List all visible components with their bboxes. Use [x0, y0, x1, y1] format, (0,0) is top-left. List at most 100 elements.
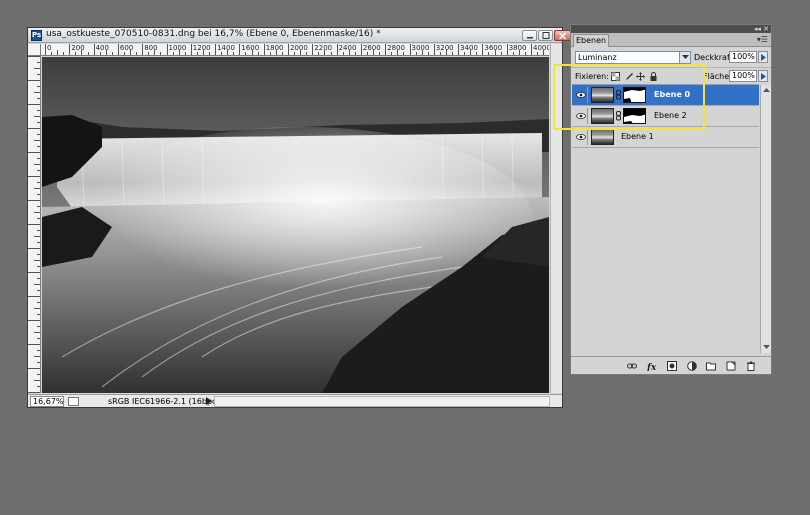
- ruler-label: 1400: [217, 44, 235, 52]
- ruler-major-tick: [312, 44, 314, 55]
- ruler-label: 3400: [460, 44, 478, 52]
- zoom-field[interactable]: 16,67%: [30, 396, 64, 407]
- layers-scrollbar[interactable]: [760, 85, 771, 353]
- chevron-down-icon[interactable]: [679, 52, 690, 63]
- new-group-folder-icon[interactable]: [706, 361, 716, 371]
- lock-transparency-icon[interactable]: [611, 72, 620, 81]
- chain-link-icon[interactable]: [616, 90, 621, 100]
- visibility-eye-icon[interactable]: [574, 87, 588, 103]
- ruler-minor-tick: [366, 52, 368, 55]
- delete-layer-trash-icon[interactable]: [746, 361, 756, 371]
- ruler-minor-tick: [500, 52, 502, 55]
- ruler-major-tick: [190, 44, 192, 55]
- link-layers-icon[interactable]: [627, 361, 637, 371]
- ruler-minor-tick: [324, 50, 326, 55]
- lock-pixels-brush-icon[interactable]: [624, 72, 633, 81]
- ruler-major-tick: [360, 44, 362, 55]
- lock-all-icon[interactable]: [649, 72, 658, 81]
- ruler-label: 400: [95, 44, 109, 52]
- ruler-minor-tick: [275, 50, 277, 55]
- layer-thumbnail[interactable]: [591, 129, 614, 145]
- ruler-label: 2200: [314, 44, 333, 52]
- adjustment-layer-icon[interactable]: [687, 361, 697, 371]
- maximize-button[interactable]: [538, 30, 553, 41]
- opacity-slider-arrow-icon[interactable]: [758, 51, 768, 63]
- ruler-tick: [28, 200, 40, 201]
- ruler-major-tick: [433, 44, 435, 55]
- minimize-button[interactable]: [522, 30, 537, 41]
- layer-style-fx-icon[interactable]: fx: [647, 361, 660, 371]
- layer-thumbnail[interactable]: [591, 87, 614, 103]
- chain-link-icon[interactable]: [616, 111, 621, 121]
- scroll-up-icon[interactable]: [763, 88, 770, 93]
- collapse-icon[interactable]: ◂◂ ✕: [754, 25, 769, 33]
- ruler-minor-tick: [518, 50, 520, 55]
- close-button[interactable]: [554, 30, 571, 41]
- ruler-minor-tick: [537, 52, 539, 55]
- ruler-tick: [34, 356, 40, 357]
- ruler-minor-tick: [51, 52, 53, 55]
- fill-slider-arrow-icon[interactable]: [758, 70, 768, 82]
- layer-mask-thumbnail[interactable]: [623, 108, 646, 124]
- ruler-tick: [28, 104, 40, 105]
- document-info-icon[interactable]: [68, 397, 79, 406]
- status-menu-arrow-icon[interactable]: [206, 397, 212, 405]
- ruler-minor-tick: [318, 52, 320, 55]
- layer-name: Ebene 2: [654, 111, 687, 120]
- ruler-minor-tick: [379, 52, 381, 55]
- ruler-tick: [37, 206, 40, 207]
- panel-menu-icon[interactable]: ▾☰: [757, 35, 768, 44]
- layer-thumbnail[interactable]: [591, 108, 614, 124]
- layer-row-ebene-2[interactable]: Ebene 2: [572, 106, 759, 127]
- horizontal-scrollbar[interactable]: [214, 396, 550, 407]
- visibility-eye-icon[interactable]: [574, 108, 588, 124]
- ruler-major-tick: [506, 44, 508, 55]
- vertical-ruler[interactable]: [28, 56, 41, 393]
- ruler-minor-tick: [130, 50, 132, 55]
- ruler-tick: [37, 374, 40, 375]
- ruler-origin[interactable]: [28, 44, 41, 56]
- ruler-minor-tick: [300, 50, 302, 55]
- image-canvas[interactable]: [42, 57, 549, 393]
- ruler-tick: [37, 74, 40, 75]
- panel-grip[interactable]: ◂◂ ✕: [571, 25, 771, 33]
- layer-mask-thumbnail[interactable]: [623, 87, 646, 103]
- ruler-major-tick: [117, 44, 119, 55]
- layer-row-ebene-1[interactable]: Ebene 1: [572, 127, 759, 148]
- maximize-icon: [542, 32, 550, 39]
- ruler-minor-tick: [281, 52, 283, 55]
- ruler-minor-tick: [415, 52, 417, 55]
- ruler-major-tick: [385, 44, 387, 55]
- lock-position-move-icon[interactable]: [636, 72, 645, 81]
- ruler-tick: [37, 254, 40, 255]
- vertical-scrollbar[interactable]: [550, 44, 562, 393]
- ruler-tick: [37, 110, 40, 111]
- ruler-label: 3800: [508, 44, 527, 52]
- new-layer-icon[interactable]: [726, 361, 736, 371]
- horizontal-ruler[interactable]: 0 200 400 600 800 1000 1200 1400 1600 1800 2000 220…: [41, 44, 549, 56]
- scroll-down-icon[interactable]: [763, 345, 770, 350]
- add-mask-icon[interactable]: [667, 361, 677, 371]
- ruler-label: 1800: [265, 44, 284, 52]
- ruler-tick: [28, 128, 40, 129]
- ruler-major-tick: [409, 44, 411, 55]
- document-window: Ps usa_ostkueste_070510-0831.dng bei 16,…: [27, 27, 571, 408]
- ruler-minor-tick: [470, 50, 472, 55]
- tab-ebenen[interactable]: Ebenen: [573, 34, 609, 47]
- layer-name: Ebene 1: [621, 132, 654, 141]
- opacity-field[interactable]: 100%: [729, 51, 757, 63]
- ruler-major-tick: [482, 44, 484, 55]
- ruler-tick: [28, 344, 40, 345]
- layer-row-ebene-0[interactable]: Ebene 0: [572, 85, 759, 106]
- visibility-eye-icon[interactable]: [574, 129, 588, 145]
- layers-bottom-toolbar: fx: [571, 356, 771, 374]
- document-title-bar[interactable]: Ps usa_ostkueste_070510-0831.dng bei 16,…: [28, 28, 571, 43]
- ruler-major-tick: [45, 44, 46, 55]
- ruler-tick: [28, 392, 40, 393]
- ruler-minor-tick: [148, 52, 150, 55]
- blend-mode-select[interactable]: Luminanz: [575, 51, 691, 64]
- ruler-major-tick: [458, 44, 460, 55]
- fill-field[interactable]: 100%: [729, 70, 757, 82]
- ruler-minor-tick: [221, 52, 223, 55]
- ruler-tick: [34, 260, 40, 261]
